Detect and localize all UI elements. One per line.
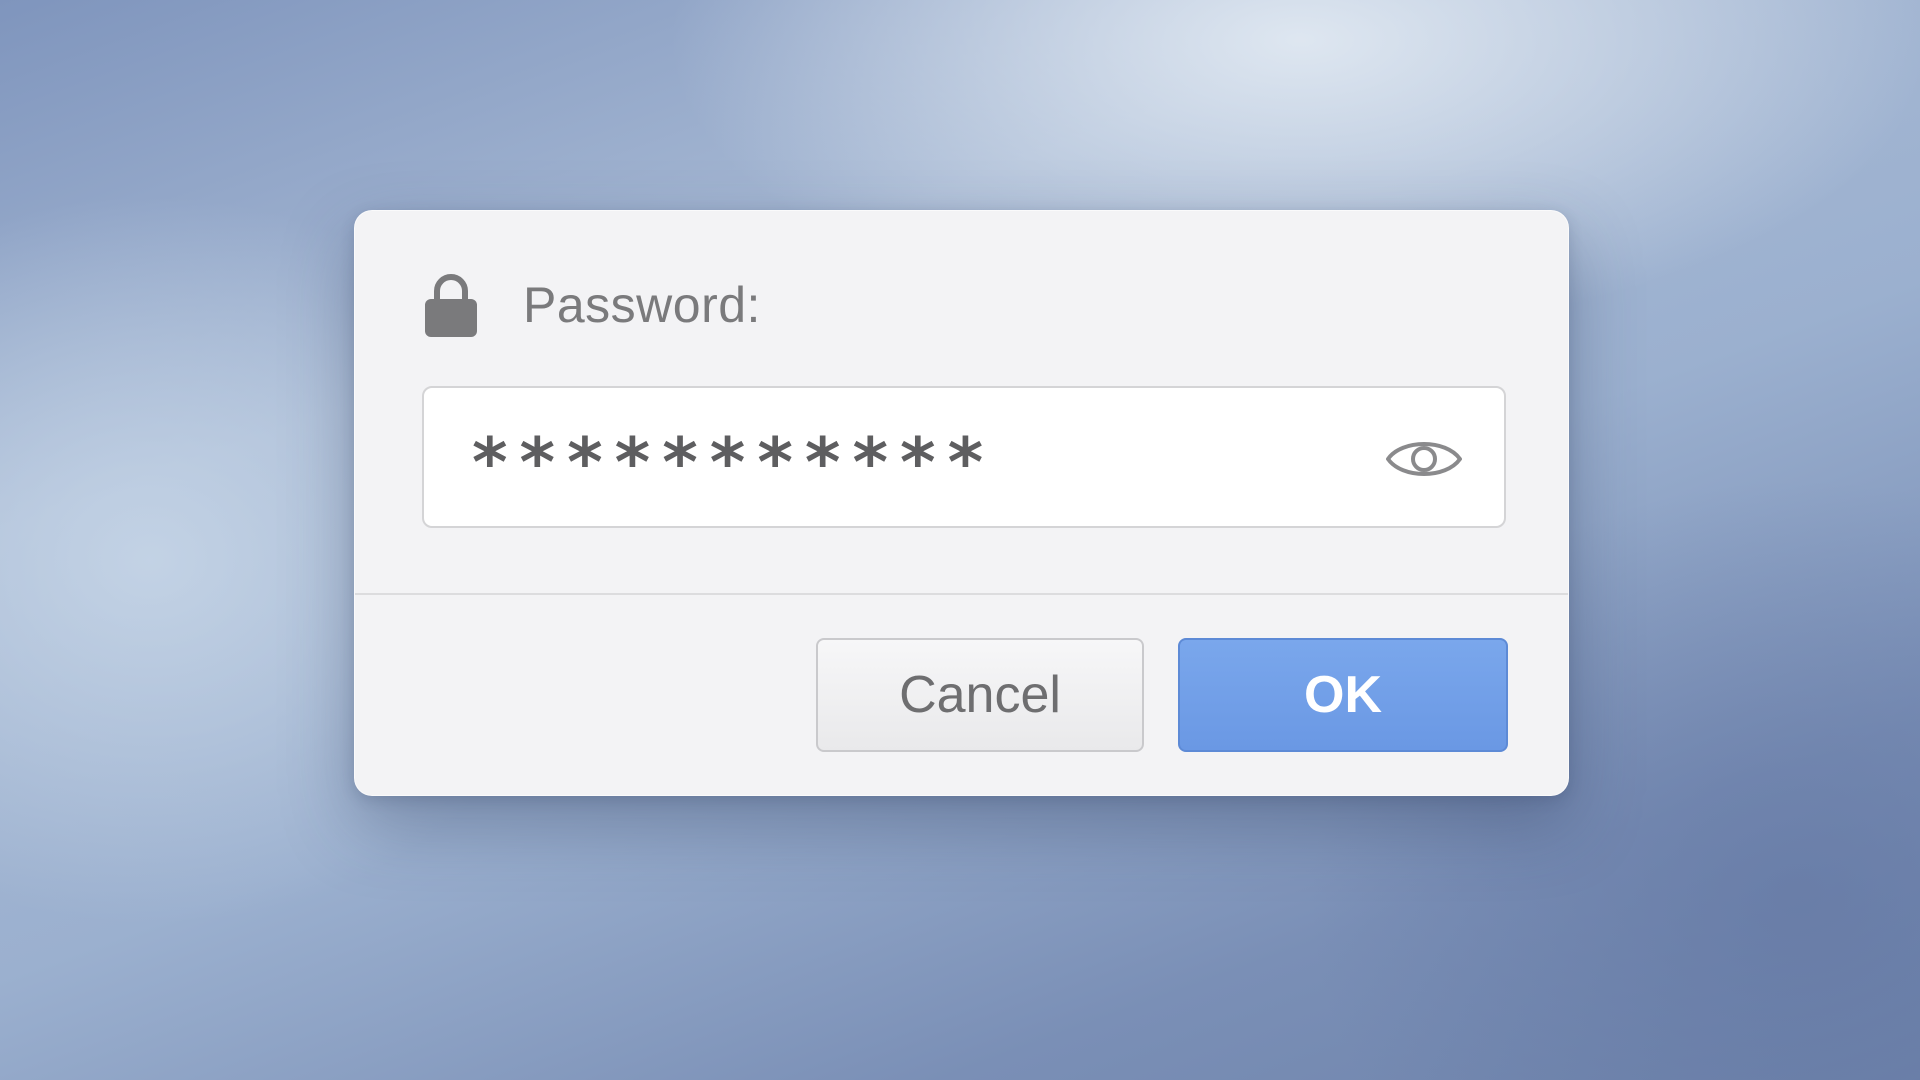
password-masked-value: *********** bbox=[472, 424, 996, 503]
password-field[interactable]: *********** bbox=[422, 386, 1506, 528]
dialog-divider bbox=[355, 593, 1568, 595]
password-dialog: Password: *********** Cancel OK bbox=[354, 210, 1569, 796]
dialog-title: Password: bbox=[523, 277, 761, 333]
dialog-header: Password: bbox=[423, 265, 761, 345]
lock-icon bbox=[423, 271, 479, 339]
cancel-button[interactable]: Cancel bbox=[816, 638, 1144, 752]
eye-icon[interactable] bbox=[1384, 434, 1464, 484]
ok-button[interactable]: OK bbox=[1178, 638, 1508, 752]
